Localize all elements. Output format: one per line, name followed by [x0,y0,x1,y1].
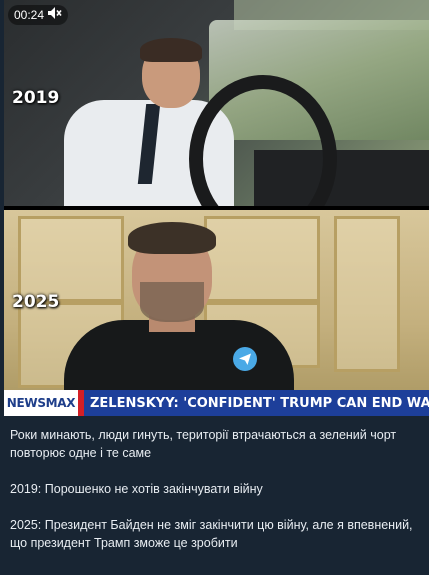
post: 00:24 2019 2025 NEWSMAX ZELENSKYY: 'CONF… [0,0,429,575]
video-player[interactable]: 00:24 2019 2025 NEWSMAX ZELENSKYY: 'CONF… [4,0,429,416]
video-timestamp: 00:24 [8,5,69,25]
telegram-share-icon[interactable] [233,347,257,371]
speaker-muted-icon[interactable] [48,5,62,25]
newsmax-logo: NEWSMAX [4,390,78,416]
news-ticker: NEWSMAX ZELENSKYY: 'CONFIDENT' TRUMP CAN… [4,390,429,416]
caption-line: 2019: Порошенко не хотів закінчувати вій… [10,482,263,496]
caption-line: 2025: Президент Байден не зміг закінчити… [10,518,413,532]
caption-line: Роки минають, люди гинуть, території втр… [10,428,397,460]
post-caption: Роки минають, люди гинуть, території втр… [0,420,429,552]
caption-line: що президент Трамп зможе це зробити [10,536,238,550]
year-label-2025: 2025 [12,292,60,312]
video-frame-2019: 00:24 2019 [4,0,429,206]
year-label-2019: 2019 [12,88,60,108]
ticker-headline: ZELENSKYY: 'CONFIDENT' TRUMP CAN END WAR [84,390,429,416]
video-frame-2025: 2025 NEWSMAX ZELENSKYY: 'CONFIDENT' TRUM… [4,210,429,416]
